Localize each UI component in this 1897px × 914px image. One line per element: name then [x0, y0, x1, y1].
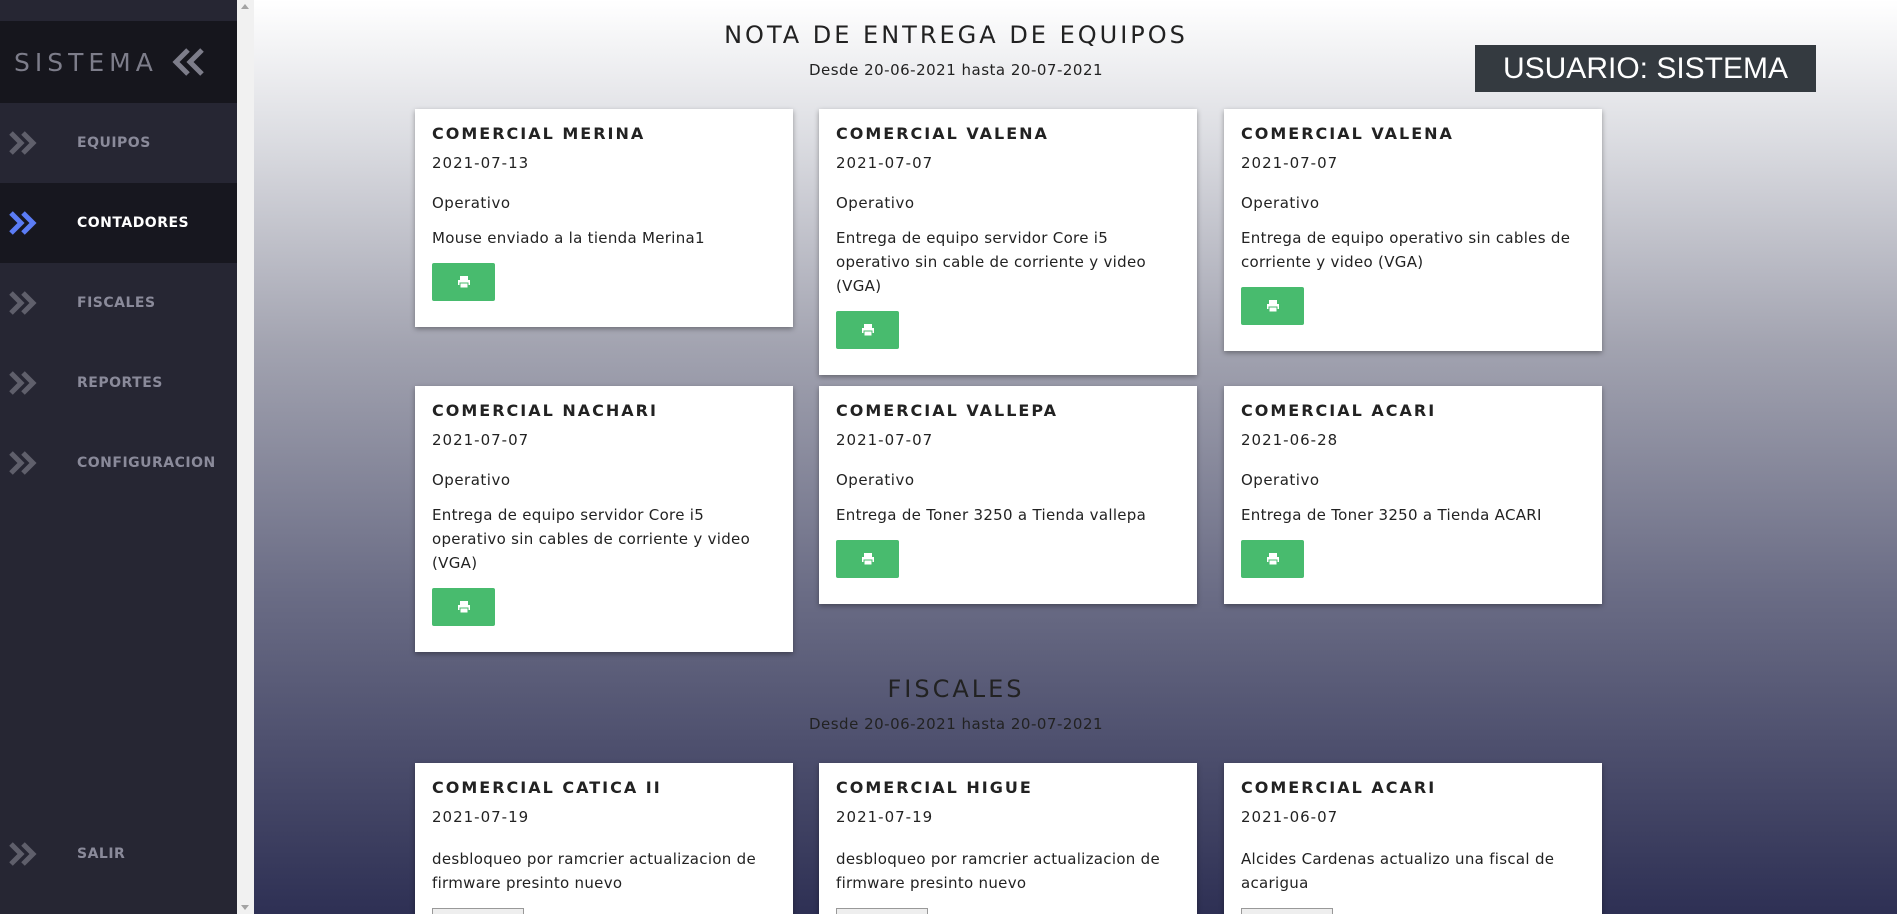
sidebar-item-reportes[interactable]: REPORTES [0, 343, 237, 423]
printer-icon [861, 553, 874, 566]
card-description: Entrega de equipo operativo sin cables d… [1241, 229, 1571, 271]
card-title: COMERCIAL VALLEPA [836, 401, 1058, 420]
sidebar-item-configuracion[interactable]: CONFIGURACION [0, 423, 237, 503]
fiscal-card: COMERCIAL CATICA II 2021-07-19 desbloque… [415, 763, 793, 914]
fiscal-card: COMERCIAL ACARI 2021-06-07 Alcides Carde… [1224, 763, 1602, 914]
card-title: COMERCIAL CATICA II [432, 778, 662, 797]
card-date: 2021-07-07 [836, 154, 934, 172]
card-date: 2021-07-07 [432, 431, 530, 449]
brand-title: SISTEMA [14, 47, 158, 77]
card-status: Operativo [836, 194, 915, 212]
card-date: 2021-07-07 [836, 431, 934, 449]
card-date: 2021-06-28 [1241, 431, 1339, 449]
section-title: NOTA DE ENTREGA DE EQUIPOS [724, 21, 1188, 49]
print-button[interactable] [1241, 287, 1304, 325]
sidebar-item-fiscales[interactable]: FISCALES [0, 263, 237, 343]
card-status: Operativo [432, 194, 511, 212]
sidebar-brand: SISTEMA [0, 21, 237, 103]
scroll-up-icon[interactable] [241, 4, 249, 9]
section-subtitle: Desde 20-06-2021 hasta 20-07-2021 [808, 715, 1104, 733]
fiscal-card: COMERCIAL HIGUE 2021-07-19 desbloqueo po… [819, 763, 1197, 914]
printer-icon [861, 324, 874, 337]
action-button[interactable] [1241, 908, 1333, 914]
section-title: FISCALES [887, 675, 1025, 703]
card-date: 2021-07-07 [1241, 154, 1339, 172]
card-description: Entrega de Toner 3250 a Tienda ACARI [1241, 506, 1542, 524]
sidebar-nav: EQUIPOS CONTADORES FISCALES REPORTES CON… [0, 103, 237, 503]
card-description: Entrega de equipo servidor Core i5 opera… [836, 229, 1146, 295]
delivery-card: COMERCIAL ACARI 2021-06-28 Operativo Ent… [1224, 386, 1602, 604]
delivery-card: COMERCIAL MERINA 2021-07-13 Operativo Mo… [415, 109, 793, 327]
sidebar-item-label: FISCALES [77, 295, 156, 311]
card-description: Entrega de Toner 3250 a Tienda vallepa [836, 506, 1147, 524]
card-status: Operativo [1241, 471, 1320, 489]
double-chevron-right-icon [9, 211, 37, 235]
printer-icon [457, 276, 470, 289]
card-description: Entrega de equipo servidor Core i5 opera… [432, 506, 751, 572]
card-date: 2021-07-19 [836, 808, 934, 826]
sidebar: SISTEMA EQUIPOS CONTADORES FISCALES REPO… [0, 0, 237, 914]
card-title: COMERCIAL ACARI [1241, 778, 1437, 797]
card-description: Mouse enviado a la tienda Merina1 [432, 229, 705, 247]
action-button[interactable] [432, 908, 524, 914]
double-chevron-right-icon [9, 291, 37, 315]
card-status: Operativo [836, 471, 915, 489]
sidebar-topbar [0, 0, 237, 21]
print-button[interactable] [432, 588, 495, 626]
printer-icon [1266, 553, 1279, 566]
sidebar-item-label: EQUIPOS [77, 135, 151, 151]
print-button[interactable] [1241, 540, 1304, 578]
sidebar-item-label: REPORTES [77, 375, 163, 391]
main-content: USUARIO: SISTEMA NOTA DE ENTREGA DE EQUI… [254, 0, 1897, 914]
card-description: desbloqueo por ramcrier actualizacion de… [836, 850, 1161, 892]
section-subtitle: Desde 20-06-2021 hasta 20-07-2021 [808, 61, 1104, 79]
double-chevron-right-icon [9, 842, 37, 866]
card-title: COMERCIAL NACHARI [432, 401, 658, 420]
scroll-down-icon[interactable] [241, 905, 249, 910]
sidebar-item-label: CONFIGURACION [77, 455, 216, 471]
card-title: COMERCIAL ACARI [1241, 401, 1437, 420]
card-title: COMERCIAL HIGUE [836, 778, 1033, 797]
delivery-card: COMERCIAL NACHARI 2021-07-07 Operativo E… [415, 386, 793, 652]
card-status: Operativo [432, 471, 511, 489]
sidebar-item-equipos[interactable]: EQUIPOS [0, 103, 237, 183]
double-chevron-right-icon [9, 451, 37, 475]
double-chevron-right-icon [9, 371, 37, 395]
print-button[interactable] [836, 540, 899, 578]
card-description: desbloqueo por ramcrier actualizacion de… [432, 850, 757, 892]
logout-label: SALIR [77, 846, 126, 862]
printer-icon [457, 601, 470, 614]
card-date: 2021-07-13 [432, 154, 530, 172]
card-title: COMERCIAL VALENA [836, 124, 1049, 143]
sidebar-item-contadores[interactable]: CONTADORES [0, 183, 237, 263]
sidebar-item-label: CONTADORES [77, 215, 190, 231]
print-button[interactable] [432, 263, 495, 301]
delivery-card: COMERCIAL VALENA 2021-07-07 Operativo En… [1224, 109, 1602, 351]
collapse-sidebar-icon[interactable] [171, 47, 207, 77]
card-title: COMERCIAL VALENA [1241, 124, 1454, 143]
card-title: COMERCIAL MERINA [432, 124, 646, 143]
card-date: 2021-07-19 [432, 808, 530, 826]
sidebar-item-salir[interactable]: SALIR [0, 814, 237, 894]
card-status: Operativo [1241, 194, 1320, 212]
card-description: Alcides Cardenas actualizo una fiscal de… [1241, 850, 1555, 892]
action-button[interactable] [836, 908, 928, 914]
printer-icon [1266, 300, 1279, 313]
card-date: 2021-06-07 [1241, 808, 1339, 826]
print-button[interactable] [836, 311, 899, 349]
delivery-card: COMERCIAL VALLEPA 2021-07-07 Operativo E… [819, 386, 1197, 604]
vertical-scrollbar[interactable] [237, 0, 254, 914]
delivery-card: COMERCIAL VALENA 2021-07-07 Operativo En… [819, 109, 1197, 375]
double-chevron-right-icon [9, 131, 37, 155]
